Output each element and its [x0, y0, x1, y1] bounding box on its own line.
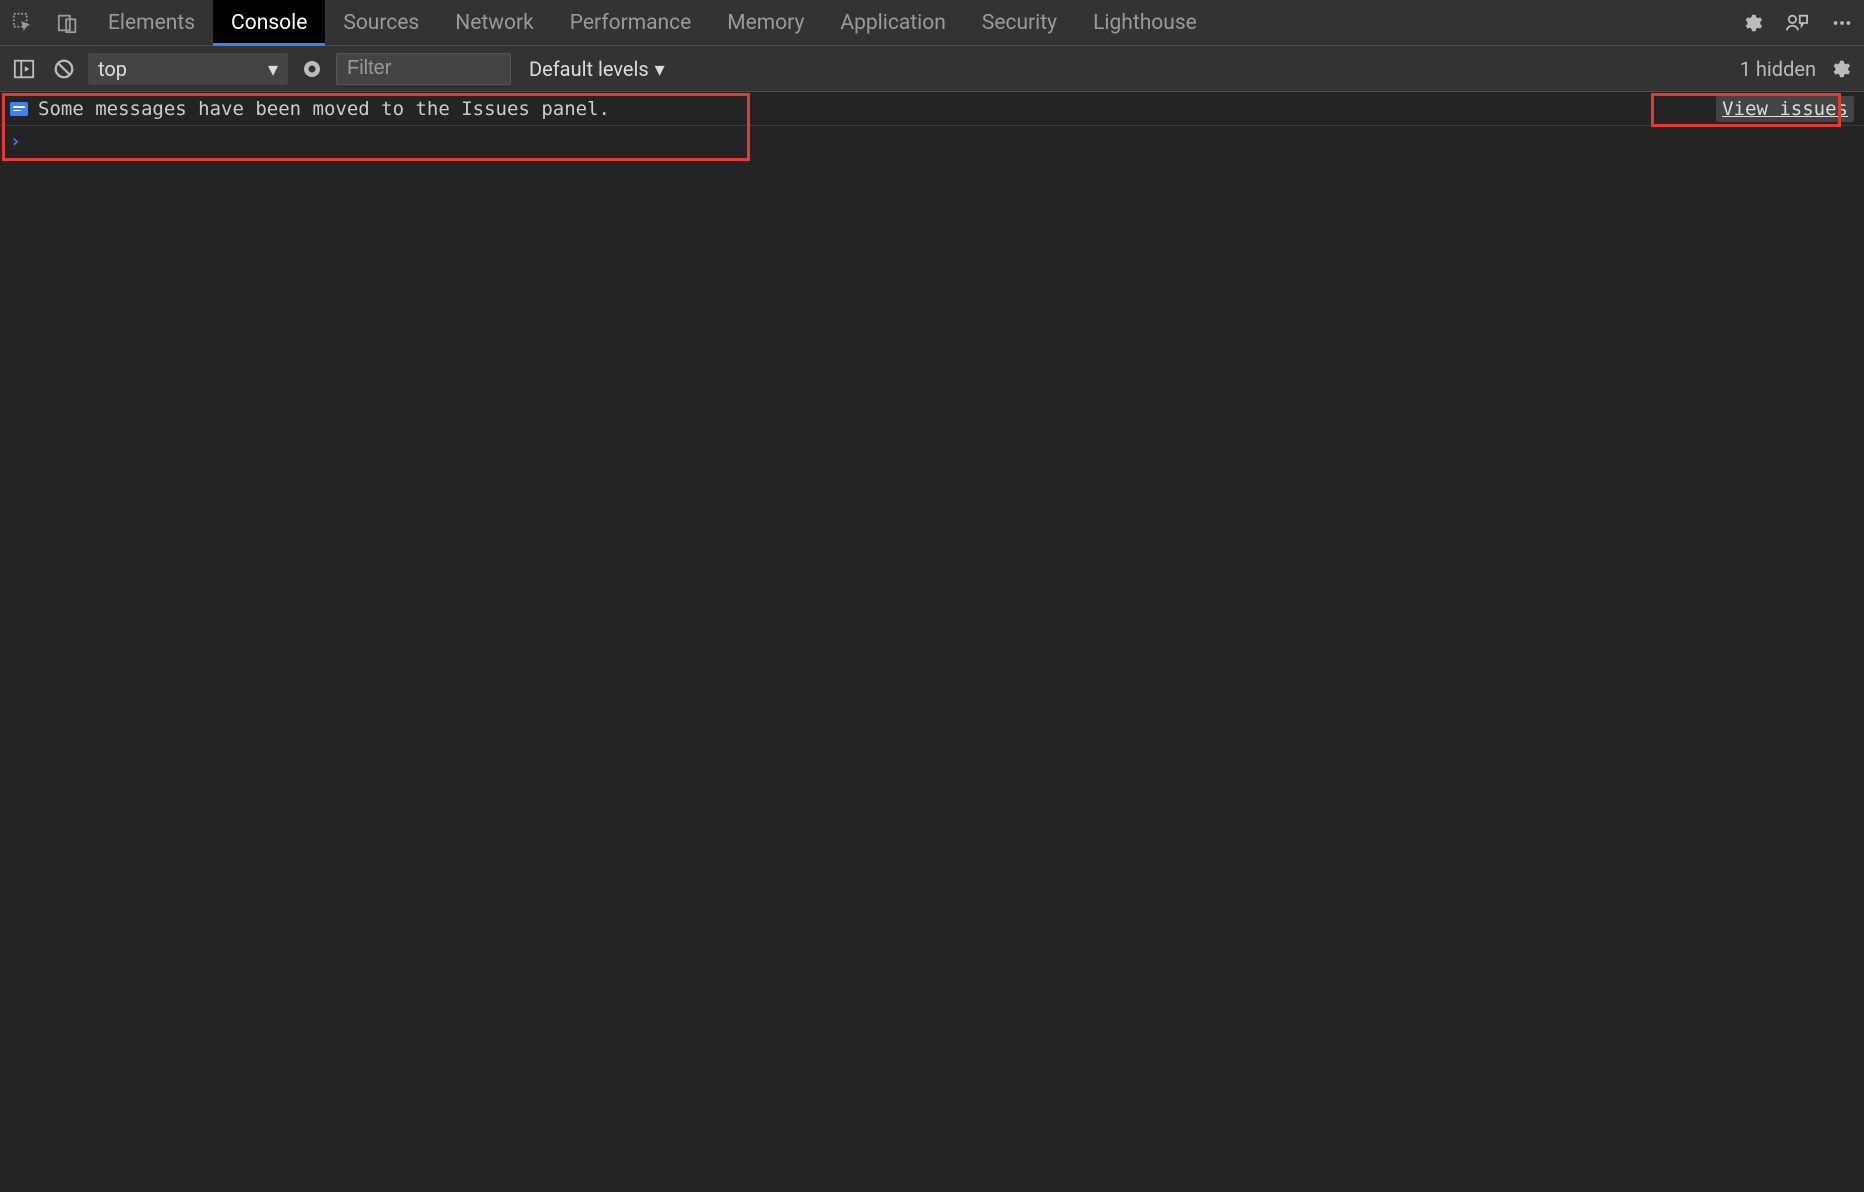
- tab-network[interactable]: Network: [437, 0, 552, 46]
- console-sidebar-toggle-icon[interactable]: [8, 53, 40, 85]
- execution-context-label: top: [98, 57, 127, 81]
- filter-input[interactable]: [336, 53, 511, 85]
- hidden-messages-count[interactable]: 1 hidden: [1740, 57, 1816, 81]
- view-issues-link[interactable]: View issues: [1722, 98, 1848, 120]
- issues-icon: [10, 102, 28, 116]
- feedback-icon[interactable]: [1774, 0, 1819, 46]
- gear-icon[interactable]: [1729, 0, 1774, 46]
- tab-performance[interactable]: Performance: [552, 0, 709, 46]
- tab-lighthouse[interactable]: Lighthouse: [1075, 0, 1215, 46]
- tab-application[interactable]: Application: [822, 0, 963, 46]
- console-settings-gear-icon[interactable]: [1824, 53, 1856, 85]
- tab-console[interactable]: Console: [213, 0, 325, 46]
- live-expression-icon[interactable]: [296, 53, 328, 85]
- console-toolbar: top ▾ Default levels ▾ 1 hidden: [0, 46, 1864, 92]
- tab-memory[interactable]: Memory: [709, 0, 822, 46]
- execution-context-select[interactable]: top ▾: [88, 53, 288, 85]
- issues-notice-text: Some messages have been moved to the Iss…: [38, 98, 610, 120]
- tab-sources[interactable]: Sources: [325, 0, 437, 46]
- tab-elements[interactable]: Elements: [90, 0, 213, 46]
- more-menu-icon[interactable]: [1819, 0, 1864, 46]
- tab-security[interactable]: Security: [964, 0, 1075, 46]
- chevron-down-icon: ▾: [268, 57, 278, 81]
- log-levels-select[interactable]: Default levels ▾: [529, 57, 665, 81]
- prompt-caret-icon: ›: [10, 131, 21, 152]
- devtools-tab-bar: Elements Console Sources Network Perform…: [0, 0, 1864, 46]
- console-prompt[interactable]: ›: [0, 126, 1864, 156]
- clear-console-icon[interactable]: [48, 53, 80, 85]
- inspect-element-icon[interactable]: [0, 0, 45, 46]
- device-toolbar-icon[interactable]: [45, 0, 90, 46]
- chevron-down-icon: ▾: [655, 57, 665, 81]
- log-levels-label: Default levels: [529, 57, 649, 81]
- issues-notice-row: Some messages have been moved to the Iss…: [0, 92, 1864, 126]
- view-issues-wrapper: View issues: [1716, 96, 1854, 122]
